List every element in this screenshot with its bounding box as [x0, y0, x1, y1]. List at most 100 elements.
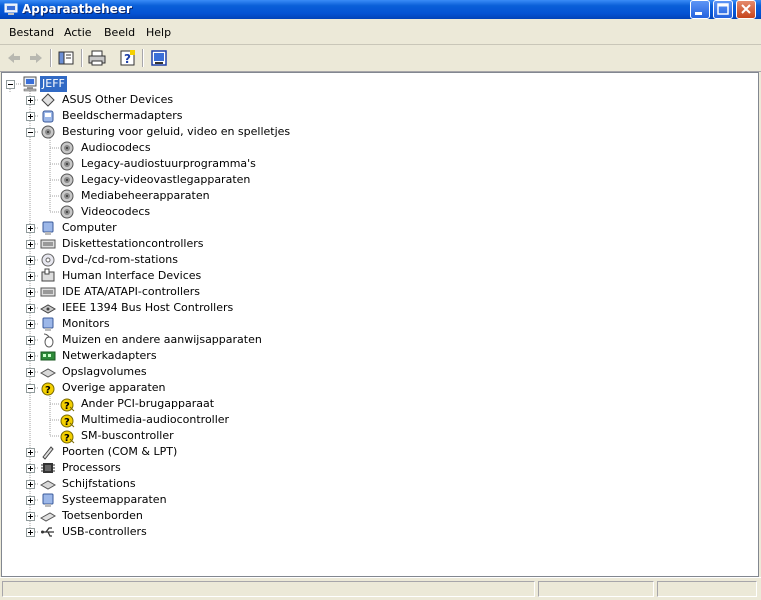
tree-category-label: Systeemapparaten — [62, 493, 167, 506]
ide-controller-icon — [40, 287, 56, 297]
tree-category-label: IEEE 1394 Bus Host Controllers — [62, 301, 234, 314]
expand-icon[interactable] — [26, 496, 35, 505]
expand-icon[interactable] — [26, 352, 35, 361]
codec-icon — [60, 189, 74, 203]
tree-device-label: Legacy-audiostuurprogramma's — [81, 157, 256, 170]
tree-category-label: Muizen en andere aanwijsapparaten — [62, 333, 262, 346]
svg-text:?: ? — [64, 433, 70, 444]
expand-icon[interactable] — [26, 528, 35, 537]
device-manager-icon — [4, 3, 18, 15]
svg-text:?: ? — [45, 385, 51, 396]
expand-icon[interactable] — [26, 320, 35, 329]
tree-device-label: Mediabeheerapparaten — [81, 189, 210, 202]
expand-icon[interactable] — [26, 336, 35, 345]
tree-category-label: Human Interface Devices — [62, 269, 202, 282]
tree-device-label: Ander PCI-brugapparaat — [81, 397, 215, 410]
computer-icon — [42, 221, 54, 235]
minimize-icon — [695, 12, 702, 15]
port-icon — [42, 446, 54, 460]
device-tree[interactable]: JEFF ASUS Other Devices Beeldschermadapte… — [1, 72, 759, 577]
status-cell-3 — [657, 581, 757, 597]
tree-category-label: Opslagvolumes — [62, 365, 147, 378]
close-button[interactable] — [736, 0, 756, 19]
maximize-button[interactable] — [713, 0, 733, 19]
monitor-icon — [42, 317, 54, 331]
processor-icon — [41, 463, 55, 473]
tree-category-label: Poorten (COM & LPT) — [62, 445, 178, 458]
show-hide-console-tree-icon[interactable] — [56, 48, 76, 68]
window-title: Apparaatbeheer — [22, 2, 132, 16]
tree-category-label: Diskettestationcontrollers — [62, 237, 204, 250]
expand-icon[interactable] — [26, 464, 35, 473]
firewire-icon — [40, 304, 56, 314]
usb-icon — [41, 527, 54, 537]
expand-icon[interactable] — [26, 272, 35, 281]
close-icon — [741, 4, 751, 14]
unknown-device-icon: ? — [60, 414, 75, 428]
asus-device-icon — [41, 93, 55, 107]
tree-category-label: Monitors — [62, 317, 110, 330]
print-icon[interactable] — [87, 48, 107, 68]
keyboard-icon — [40, 512, 56, 522]
back-icon[interactable] — [4, 48, 24, 68]
expand-icon[interactable] — [26, 224, 35, 233]
expand-icon[interactable] — [26, 368, 35, 377]
tree-device-label: Audiocodecs — [81, 141, 151, 154]
expand-icon[interactable] — [26, 288, 35, 297]
expand-icon[interactable] — [26, 480, 35, 489]
tree-category-label: Computer — [62, 221, 117, 234]
codec-icon — [60, 141, 74, 155]
tree-category-label: Schijfstations — [62, 477, 136, 490]
storage-volume-icon — [40, 368, 56, 378]
codec-icon — [60, 205, 74, 219]
tree-category-label: Netwerkadapters — [62, 349, 157, 362]
tree-device-label: SM-buscontroller — [81, 429, 174, 442]
tree-category-label: Dvd-/cd-rom-stations — [62, 253, 178, 266]
expand-icon[interactable] — [26, 256, 35, 265]
network-adapter-icon — [40, 351, 56, 361]
cdrom-icon — [41, 253, 55, 267]
forward-icon[interactable] — [26, 48, 46, 68]
svg-text:?: ? — [64, 401, 70, 412]
floppy-controller-icon — [40, 239, 56, 249]
collapse-icon[interactable] — [26, 384, 35, 393]
expand-icon[interactable] — [26, 512, 35, 521]
menu-beeld[interactable]: Beeld — [104, 26, 135, 39]
properties-icon[interactable] — [149, 48, 169, 68]
system-device-icon — [42, 493, 54, 507]
codec-icon — [60, 173, 74, 187]
menu-bestand[interactable]: Bestand — [9, 26, 54, 39]
menu-actie[interactable]: Actie — [64, 26, 92, 39]
tree-category-label: Beeldschermadapters — [62, 109, 183, 122]
codec-icon — [60, 157, 74, 171]
help-icon[interactable]: ? — [118, 48, 138, 68]
tree-device-label: Multimedia-audiocontroller — [81, 413, 230, 426]
tree-category-label: ASUS Other Devices — [62, 93, 174, 106]
svg-text:?: ? — [124, 52, 131, 66]
computer-icon — [23, 76, 37, 92]
tree-category-label: Overige apparaten — [62, 381, 166, 394]
maximize-icon — [717, 3, 729, 15]
tree-root-label: JEFF — [40, 76, 67, 92]
expand-icon[interactable] — [26, 240, 35, 249]
status-bar — [0, 577, 761, 600]
tree-category-label: Besturing voor geluid, video en spelletj… — [62, 125, 291, 138]
collapse-icon[interactable] — [6, 80, 15, 89]
status-cell-main — [2, 581, 535, 597]
unknown-device-icon: ? — [60, 398, 75, 412]
status-cell-2 — [538, 581, 654, 597]
tree-category-label: Toetsenborden — [62, 509, 143, 522]
expand-icon[interactable] — [26, 96, 35, 105]
minimize-button[interactable] — [690, 0, 710, 19]
menu-bar: Bestand Actie Beeld Help — [0, 22, 761, 45]
collapse-icon[interactable] — [26, 128, 35, 137]
tree-category-label: Processors — [62, 461, 121, 474]
expand-icon[interactable] — [26, 112, 35, 121]
expand-icon[interactable] — [26, 448, 35, 457]
toolbar: ? — [0, 45, 761, 72]
menu-help[interactable]: Help — [146, 26, 171, 39]
title-bar[interactable]: Apparaatbeheer — [0, 0, 761, 19]
expand-icon[interactable] — [26, 304, 35, 313]
unknown-device-icon: ? — [41, 382, 55, 396]
mouse-icon — [43, 333, 54, 348]
